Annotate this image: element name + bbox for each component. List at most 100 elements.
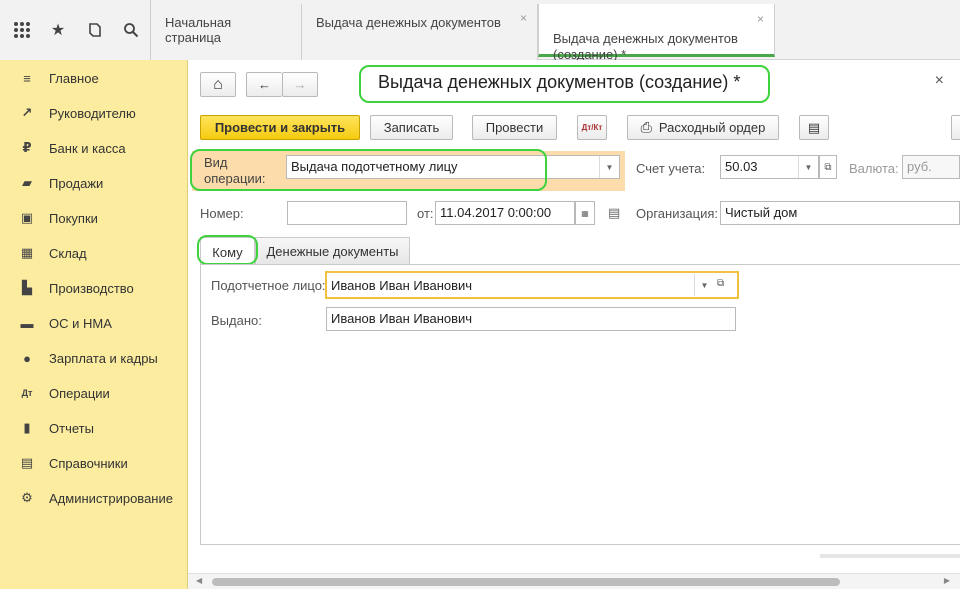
close-icon[interactable]: × <box>757 11 764 27</box>
sidebar-item[interactable]: ▣ Покупки <box>0 205 188 231</box>
truck-icon: ▬ <box>20 315 34 331</box>
document-report-icon: ▤ <box>807 119 821 135</box>
date-value: 11.04.2017 0:00:00 <box>440 205 552 220</box>
sidebar-item[interactable]: ● Зарплата и кадры <box>0 345 188 371</box>
tab-cash-documents[interactable]: Выдача денежных документов × <box>302 4 538 60</box>
bar-chart-icon: ▮ <box>23 420 31 435</box>
account-value: 50.03 <box>725 159 758 174</box>
menu-lines-icon: ≡ <box>23 70 31 86</box>
tab-recipient[interactable]: Кому <box>200 237 255 266</box>
issued-label: Выдано: <box>211 313 262 328</box>
organization-value: Чистый дом <box>725 205 798 220</box>
chevron-down-icon[interactable]: ▼ <box>798 156 818 178</box>
debit-credit-icon: Дт <box>21 388 33 398</box>
scroll-left-icon[interactable]: ◀ <box>196 576 202 585</box>
save-button[interactable]: Записать <box>370 115 453 140</box>
organization-label: Организация: <box>636 206 719 221</box>
sidebar-item-label: ОС и НМА <box>49 315 112 331</box>
issued-field[interactable]: Иванов Иван Иванович <box>326 307 736 331</box>
issued-value: Иванов Иван Иванович <box>331 311 473 326</box>
more-actions-button[interactable] <box>951 115 960 140</box>
back-button[interactable]: ← <box>246 72 282 97</box>
accountable-person-label: Подотчетное лицо: <box>211 278 326 293</box>
sidebar-item[interactable]: ▰ Продажи <box>0 170 188 196</box>
close-icon[interactable]: × <box>935 72 944 90</box>
inner-scrollbar[interactable] <box>820 554 960 558</box>
debit-credit-button[interactable]: Дт/Кт <box>577 115 607 140</box>
operation-type-field[interactable]: Выдача подотчетному лицу <box>286 155 620 179</box>
date-field[interactable]: 11.04.2017 0:00:00 <box>435 201 575 225</box>
currency-field: руб. <box>902 155 960 179</box>
sidebar-item-label: Администрирование <box>49 490 173 506</box>
tab-home[interactable]: Начальная страница <box>151 4 302 60</box>
scrollbar-thumb[interactable] <box>212 578 840 586</box>
document-form: ⌂ ← → Выдача денежных документов (создан… <box>188 60 960 589</box>
person-icon: ● <box>23 350 31 366</box>
post-and-close-button[interactable]: Провести и закрыть <box>200 115 360 140</box>
sidebar-item-label: Покупки <box>49 210 98 226</box>
search-icon[interactable] <box>119 18 143 42</box>
sidebar-item[interactable]: ▙ Производство <box>0 275 188 301</box>
accountable-person-value: Иванов Иван Иванович <box>331 278 473 293</box>
sidebar-item[interactable]: ▬ ОС и НМА <box>0 310 188 336</box>
sidebar-item-label: Зарплата и кадры <box>49 350 158 366</box>
post-button[interactable]: Провести <box>472 115 557 140</box>
sidebar-item-label: Склад <box>49 245 87 261</box>
expense-order-button[interactable]: ⎙ Расходный ордер <box>627 115 779 140</box>
close-icon[interactable]: × <box>520 11 527 25</box>
open-icon[interactable]: ⧉ <box>717 278 724 289</box>
top-icon-panel: ★ <box>0 0 151 60</box>
reference-book-icon: ▤ <box>20 455 34 470</box>
number-label: Номер: <box>200 206 244 221</box>
currency-label: Валюта: <box>849 161 899 176</box>
home-button[interactable]: ⌂ <box>200 72 236 97</box>
page-title: Выдача денежных документов (создание) * <box>378 72 741 92</box>
home-icon: ⌂ <box>213 75 223 93</box>
shopping-bag-icon: ▰ <box>22 175 32 190</box>
sidebar-item-label: Банк и касса <box>49 140 126 156</box>
history-icon[interactable] <box>83 18 107 42</box>
tab-cash-documents-create[interactable]: Выдача денежных документов (создание) * … <box>538 4 775 62</box>
operation-type-label: Вид операции: <box>204 155 266 186</box>
tab-label: Выдача денежных документов <box>316 15 501 30</box>
warehouse-grid-icon: ▦ <box>20 245 34 260</box>
sidebar-item[interactable]: ▮ Отчеты <box>0 415 188 441</box>
arrow-left-icon: ← <box>258 77 271 92</box>
tab-cash-documents-label: Денежные документы <box>266 244 399 259</box>
chevron-down-icon[interactable]: ▼ <box>694 274 714 296</box>
sidebar-item-label: Отчеты <box>49 420 94 436</box>
calendar-icon[interactable]: ▦ <box>575 201 595 225</box>
sidebar-item[interactable]: ₽ Банк и касса <box>0 135 188 161</box>
organization-field[interactable]: Чистый дом <box>720 201 960 225</box>
sidebar-item-label: Производство <box>49 280 134 296</box>
accountable-person-field[interactable]: Иванов Иван Иванович <box>325 271 739 299</box>
tab-label: Начальная страница <box>165 15 232 45</box>
tab-label: Выдача денежных документов (создание) * <box>553 31 738 62</box>
number-field[interactable] <box>287 201 407 225</box>
sidebar: ≡ Главное ↗ Руководителю ₽ Банк и касса ▰ Прода… <box>0 60 188 589</box>
horizontal-scrollbar[interactable]: ◀ ▶ <box>188 573 960 589</box>
report-button[interactable]: ▤ <box>799 115 829 140</box>
sidebar-item[interactable]: ⚙ Администрирование <box>0 485 188 511</box>
top-bar: ★ Начальная страница Выдача денежных док… <box>0 0 960 62</box>
arrow-right-icon: → <box>293 77 307 92</box>
comment-icon[interactable]: ▤ <box>608 205 620 221</box>
favorites-star-icon[interactable]: ★ <box>46 18 70 42</box>
sidebar-item[interactable]: ≡ Главное <box>0 65 188 91</box>
date-label: от: <box>417 206 434 221</box>
sidebar-item-label: Операции <box>49 385 110 401</box>
apps-grid-icon[interactable] <box>10 18 34 42</box>
sidebar-item-label: Продажи <box>49 175 104 191</box>
open-icon[interactable]: ⧉ <box>819 155 837 179</box>
sidebar-item[interactable]: ▦ Склад <box>0 240 188 266</box>
scroll-right-icon[interactable]: ▶ <box>944 576 950 585</box>
forward-button[interactable]: → <box>282 72 318 97</box>
sidebar-item[interactable]: Дт Операции <box>0 380 188 406</box>
account-label: Счет учета: <box>636 161 706 176</box>
tab-recipient-label: Кому <box>212 244 243 260</box>
chevron-down-icon[interactable]: ▼ <box>599 156 619 178</box>
sidebar-item[interactable]: ↗ Руководителю <box>0 100 188 126</box>
sidebar-item[interactable]: ▤ Справочники <box>0 450 188 476</box>
expense-order-label: Расходный ордер <box>658 120 766 135</box>
tab-cash-documents-list[interactable]: Денежные документы <box>255 237 410 265</box>
